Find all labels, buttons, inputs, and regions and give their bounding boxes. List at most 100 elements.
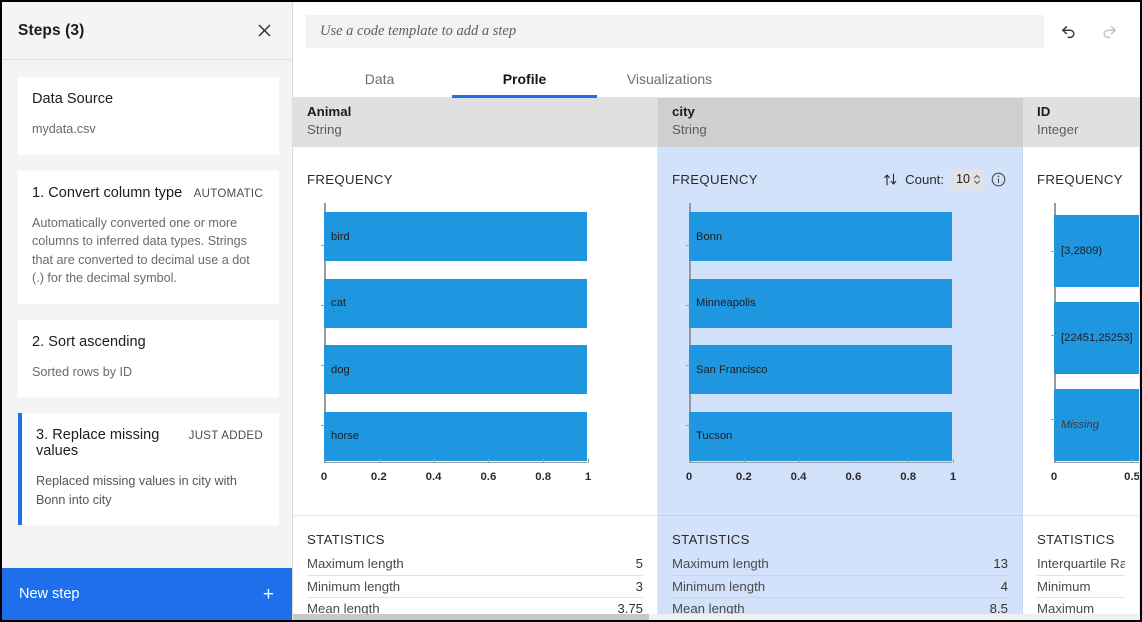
column-name: ID xyxy=(1037,104,1051,119)
sort-arrows-icon[interactable] xyxy=(883,172,898,186)
bar[interactable]: [3,2809) xyxy=(1054,215,1139,287)
column-type: String xyxy=(672,121,707,137)
bar-chart-animal: bird cat dog horse 0 0.2 0.4 0.6 0.8 1 xyxy=(293,203,657,491)
close-icon[interactable] xyxy=(253,20,275,42)
chevron-updown-icon[interactable] xyxy=(973,174,981,185)
sidebar-header: Steps (3) xyxy=(2,2,292,60)
step-card-sort-ascending[interactable]: 2. Sort ascending Sorted rows by ID xyxy=(18,319,279,397)
frequency-label: FREQUENCY xyxy=(672,171,758,187)
statistics-animal: STATISTICS Maximum length 5 Minimum leng… xyxy=(293,515,657,620)
x-tick: 0.8 xyxy=(900,471,917,483)
frequency-label: FREQUENCY xyxy=(1037,171,1123,187)
column-headers: Animal String city String ID Integer xyxy=(293,98,1140,147)
bar[interactable]: dog xyxy=(324,345,587,395)
x-tick: 1 xyxy=(949,471,957,483)
tab-visualizations[interactable]: Visualizations xyxy=(597,60,742,97)
step-description: Replaced missing values in city with Bon… xyxy=(36,474,237,507)
step-card-replace-missing-values[interactable]: 3. Replace missing values JUST ADDED Rep… xyxy=(18,413,279,525)
stat-row: Maximum length 5 xyxy=(307,553,643,576)
profile-column-city: FREQUENCY Count: 10 Bonn Minneapolis San… xyxy=(658,147,1023,620)
undo-icon[interactable] xyxy=(1051,14,1085,48)
profile-column-animal: FREQUENCY bird cat dog horse 0 0.2 0.4 0… xyxy=(293,147,658,620)
profile-columns: FREQUENCY bird cat dog horse 0 0.2 0.4 0… xyxy=(293,147,1140,620)
x-tick: 0.2 xyxy=(370,471,387,483)
bar[interactable]: Minneapolis xyxy=(689,278,952,328)
step-title: 3. Replace missing values xyxy=(36,427,160,459)
tab-data[interactable]: Data xyxy=(307,60,452,97)
main-panel: Data Profile Visualizations Animal Strin… xyxy=(293,2,1140,620)
bar-chart-city: Bonn Minneapolis San Francisco Tucson 0 … xyxy=(658,203,1022,491)
column-name: Animal xyxy=(307,104,352,119)
toolbar xyxy=(293,2,1140,60)
bar[interactable]: San Francisco xyxy=(689,345,952,395)
bar-label: Tucson xyxy=(696,430,733,443)
statistics-label: STATISTICS xyxy=(307,532,385,547)
bar[interactable]: Tucson xyxy=(689,411,952,461)
stat-label: Maximum length xyxy=(672,556,769,572)
tab-profile[interactable]: Profile xyxy=(452,60,597,98)
bar[interactable]: bird xyxy=(324,212,587,261)
new-step-label: New step xyxy=(19,586,80,602)
bar[interactable]: horse xyxy=(324,411,587,461)
stat-value: 5 xyxy=(635,556,643,572)
stat-row: Interquartile Ran xyxy=(1037,553,1125,576)
info-icon[interactable] xyxy=(991,172,1006,187)
column-header-id[interactable]: ID Integer xyxy=(1023,98,1140,147)
stat-label: Minimum length xyxy=(307,578,401,594)
stat-row: Minimum length 3 xyxy=(307,576,643,598)
data-source-card[interactable]: Data Source mydata.csv xyxy=(18,77,279,155)
stat-label: Minimum length xyxy=(672,578,766,594)
bar[interactable]: Bonn xyxy=(689,212,952,261)
statistics-label: STATISTICS xyxy=(672,532,750,547)
statistics-label: STATISTICS xyxy=(1037,532,1115,547)
data-source-title: Data Source xyxy=(32,91,114,107)
bar-label: Missing xyxy=(1061,419,1099,431)
plus-icon: + xyxy=(262,583,274,605)
bar-label: cat xyxy=(331,297,346,310)
step-description: Automatically converted one or more colu… xyxy=(32,215,250,286)
x-tick: 0.8 xyxy=(535,471,552,483)
bar-label: Bonn xyxy=(696,230,723,243)
column-header-animal[interactable]: Animal String xyxy=(293,98,658,147)
x-tick: 0 xyxy=(1050,471,1058,483)
statistics-city: STATISTICS Maximum length 13 Minimum len… xyxy=(658,515,1022,620)
count-label: Count: xyxy=(905,171,944,187)
step-card-convert-column-type[interactable]: 1. Convert column type AUTOMATIC Automat… xyxy=(18,170,279,304)
frequency-chart-city: FREQUENCY Count: 10 Bonn Minneapolis San… xyxy=(658,147,1022,515)
bar[interactable]: cat xyxy=(324,278,587,328)
x-tick: 0.6 xyxy=(480,471,497,483)
step-description: Sorted rows by ID xyxy=(32,364,133,379)
stat-label: Interquartile Ran xyxy=(1037,556,1125,572)
frequency-chart-animal: FREQUENCY bird cat dog horse 0 0.2 0.4 0… xyxy=(293,147,657,515)
stat-value: 13 xyxy=(993,556,1008,572)
redo-icon[interactable] xyxy=(1092,14,1126,48)
new-step-button[interactable]: New step + xyxy=(2,568,292,620)
bar[interactable]: Missing xyxy=(1054,389,1139,461)
stat-row: Maximum length 13 xyxy=(672,553,1008,576)
bar-chart-id: [3,2809) [22451,25253] Missing 0 0.5 xyxy=(1023,203,1139,491)
bar-label: dog xyxy=(331,363,350,376)
x-tick: 0.6 xyxy=(845,471,862,483)
x-tick: 0.4 xyxy=(790,471,807,483)
steps-list: Data Source mydata.csv 1. Convert column… xyxy=(2,60,292,568)
step-title: 1. Convert column type xyxy=(32,184,183,201)
statistics-id: STATISTICS Interquartile Ran Minimum Max… xyxy=(1023,515,1139,620)
column-type: String xyxy=(307,121,342,137)
bar-label: [3,2809) xyxy=(1061,245,1103,257)
bar-label: horse xyxy=(331,430,359,443)
step-title: 2. Sort ascending xyxy=(32,333,146,350)
stat-label: Maximum length xyxy=(307,556,404,572)
page-title: Steps (3) xyxy=(18,21,85,39)
x-tick: 0.4 xyxy=(425,471,442,483)
code-template-input[interactable] xyxy=(306,14,1044,48)
scrollbar-thumb[interactable] xyxy=(293,614,649,620)
column-header-city[interactable]: city String xyxy=(658,98,1023,147)
bar-label: San Francisco xyxy=(696,363,768,376)
bar-label: [22451,25253] xyxy=(1061,332,1133,344)
data-prep-window: Steps (3) Data Source mydata.csv 1. Conv… xyxy=(0,0,1142,622)
bar[interactable]: [22451,25253] xyxy=(1054,302,1139,374)
horizontal-scrollbar[interactable] xyxy=(293,614,1140,620)
count-stepper[interactable]: 10 xyxy=(950,169,984,189)
tab-bar: Data Profile Visualizations xyxy=(293,60,1140,98)
data-source-filename: mydata.csv xyxy=(32,122,96,136)
